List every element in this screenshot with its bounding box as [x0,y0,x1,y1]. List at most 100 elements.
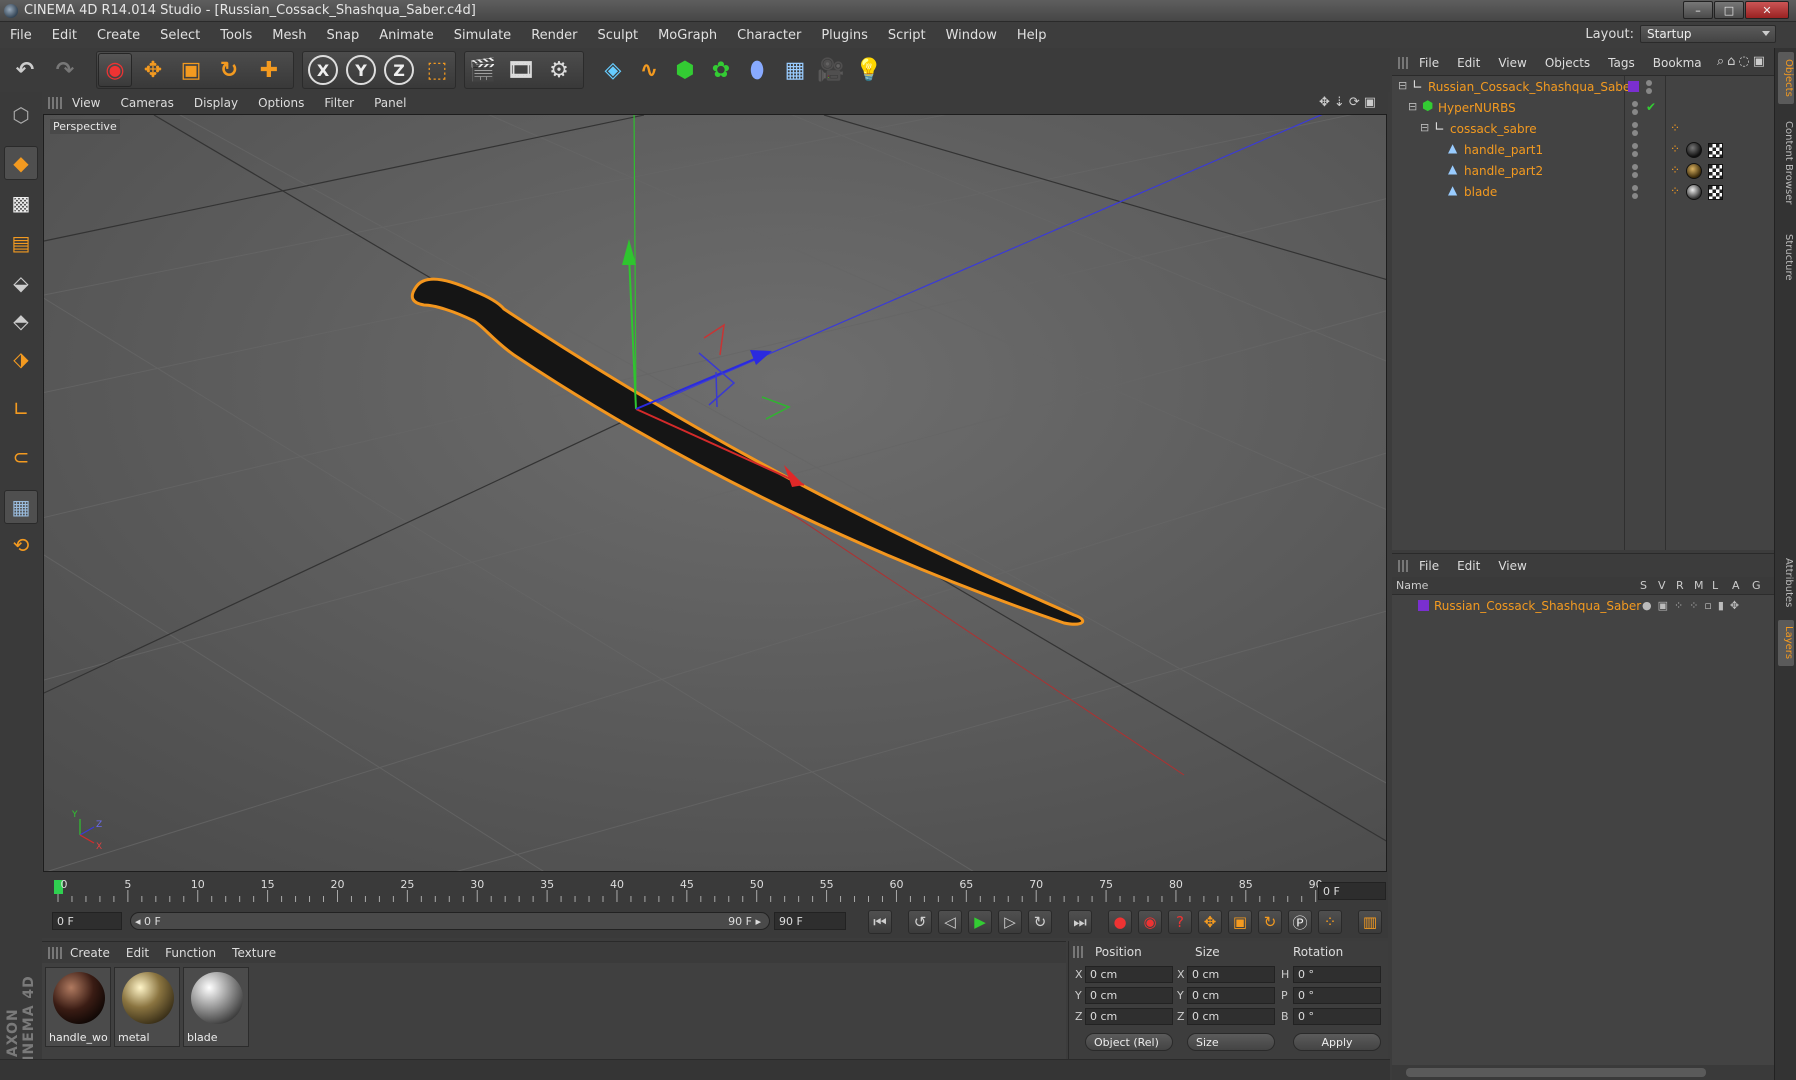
recent-tool-icon[interactable]: ✚ [252,53,286,87]
polygons-mode-icon[interactable]: ⬗ [4,342,38,376]
objects-menu-view[interactable]: View [1489,56,1535,70]
go-to-start-icon[interactable]: ⏮ [868,910,892,934]
menu-tools[interactable]: Tools [210,28,262,43]
menu-script[interactable]: Script [878,28,936,43]
viewport-menu-view[interactable]: View [62,96,110,110]
render-picture-viewer-icon[interactable]: 🎞 [504,53,538,87]
expand-toggle-icon[interactable]: ⊟ [1398,79,1407,92]
material-swatch[interactable]: metal [114,967,180,1047]
magnet-snap-icon[interactable]: ⊂ [4,440,38,474]
visibility-dot-icon[interactable] [1632,122,1638,128]
array-icon[interactable]: ✿ [704,53,738,87]
object-row[interactable]: ▲ blade ⁘ [1392,182,1774,203]
current-frame-field[interactable]: 0 F [1318,882,1386,900]
frame-range-slider[interactable]: ◂ 0 F 90 F ▸ [130,912,770,930]
texture-mode-icon[interactable]: ▩ [4,186,38,220]
layer-color-icon[interactable] [1418,600,1429,611]
enabled-check-icon[interactable]: ✔ [1646,100,1656,114]
layer-horizontal-scrollbar[interactable] [1392,1065,1774,1080]
layer-col-manager[interactable]: M [1694,579,1704,592]
menu-plugins[interactable]: Plugins [811,28,878,43]
points-mode-icon[interactable]: ⬙ [4,266,38,300]
rotation-p-field[interactable]: 0 ° [1293,987,1381,1004]
objects-menu-tags[interactable]: Tags [1599,56,1644,70]
layer-col-animation[interactable]: A [1732,579,1740,592]
material-menu-function[interactable]: Function [157,946,224,960]
phong-tag-icon[interactable]: ⁘ [1670,184,1680,198]
menu-animate[interactable]: Animate [369,28,443,43]
layer-toggle-icons[interactable]: ●▣⁘⁘▫▮✥ [1642,599,1745,612]
menu-help[interactable]: Help [1007,28,1057,43]
layout-dropdown[interactable]: Startup [1640,25,1776,43]
close-button[interactable]: ✕ [1745,1,1789,19]
tab-structure[interactable]: Structure [1778,222,1794,292]
object-row[interactable]: ▲ handle_part2 ⁘ [1392,161,1774,182]
layer-col-render[interactable]: R [1676,579,1684,592]
coordinate-mode-dropdown[interactable]: Object (Rel) [1085,1033,1173,1051]
viewport-menu-options[interactable]: Options [248,96,314,110]
apply-button[interactable]: Apply [1293,1033,1381,1051]
record-keys-icon[interactable]: ● [1108,910,1132,934]
menu-mesh[interactable]: Mesh [262,28,316,43]
uvw-tag-icon[interactable] [1708,185,1723,200]
render-dot-icon[interactable] [1632,172,1638,178]
cube-primitive-icon[interactable]: ◈ [596,53,630,87]
z-axis-lock-icon[interactable]: Z [384,55,414,85]
layer-col-name[interactable]: Name [1396,579,1428,592]
coordinate-system-icon[interactable]: ⬚ [420,53,454,87]
redo-icon[interactable]: ↷ [48,53,82,87]
visibility-dot-icon[interactable] [1632,101,1638,107]
make-editable-icon[interactable]: ⬡ [4,98,38,132]
camera-icon[interactable]: 🎥 [814,53,848,87]
render-dot-icon[interactable] [1632,109,1638,115]
menu-character[interactable]: Character [727,28,811,43]
tab-attributes[interactable]: Attributes [1778,550,1794,616]
menu-select[interactable]: Select [150,28,210,43]
live-selection-icon[interactable]: ◉ [98,53,132,87]
viewport-menu-display[interactable]: Display [184,96,248,110]
object-row[interactable]: ⊟ ⬢ HyperNURBS ✔ [1392,98,1774,119]
layers-menu-file[interactable]: File [1410,559,1448,573]
go-to-end-icon[interactable]: ⏭ [1068,910,1092,934]
render-dot-icon[interactable] [1632,193,1638,199]
layer-col-solo[interactable]: S [1640,579,1647,592]
menu-simulate[interactable]: Simulate [444,28,521,43]
key-rotation-icon[interactable]: ↻ [1258,910,1282,934]
menu-mograph[interactable]: MoGraph [648,28,727,43]
layer-col-generators[interactable]: G [1752,579,1761,592]
material-tag-icon[interactable] [1686,184,1702,200]
light-icon[interactable]: 💡 [852,53,886,87]
expand-toggle-icon[interactable]: ⊟ [1420,121,1429,134]
tab-layers[interactable]: Layers [1778,620,1794,666]
object-row[interactable]: ⊟ ∟ Russian_Cossack_Shashqua_Saber [1392,77,1774,98]
layer-col-view[interactable]: V [1658,579,1666,592]
spline-icon[interactable]: ∿ [632,53,666,87]
y-axis-lock-icon[interactable]: Y [346,55,376,85]
menu-render[interactable]: Render [521,28,587,43]
3d-viewport[interactable]: Y Z X Perspective [43,114,1387,872]
position-y-field[interactable]: 0 cm [1085,987,1173,1004]
material-menu-create[interactable]: Create [62,946,118,960]
material-tag-icon[interactable] [1686,142,1702,158]
maximize-button[interactable]: □ [1714,1,1744,19]
next-key-icon[interactable]: ↻ [1028,910,1052,934]
scale-icon[interactable]: ▣ [174,53,208,87]
rotation-h-field[interactable]: 0 ° [1293,966,1381,983]
tag-icon[interactable]: ⁘ [1670,121,1680,135]
material-menu-texture[interactable]: Texture [224,946,284,960]
layers-menu-edit[interactable]: Edit [1448,559,1489,573]
layer-row[interactable]: Russian_Cossack_Shashqua_Saber ●▣⁘⁘▫▮✥ [1392,596,1774,617]
position-x-field[interactable]: 0 cm [1085,966,1173,983]
viewport-navigation-icons[interactable]: ✥⇣⟳▣ [1319,95,1380,110]
menu-sculpt[interactable]: Sculpt [587,28,648,43]
render-dot-icon[interactable] [1632,151,1638,157]
layers-menu-view[interactable]: View [1489,559,1535,573]
minimize-button[interactable]: – [1683,1,1713,19]
tab-objects[interactable]: Objects [1778,52,1794,104]
render-dot-icon[interactable] [1632,130,1638,136]
objects-menu-edit[interactable]: Edit [1448,56,1489,70]
timeline-window-icon[interactable]: ▥ [1358,910,1382,934]
edges-mode-icon[interactable]: ⬘ [4,304,38,338]
nurbs-icon[interactable]: ⬢ [668,53,702,87]
material-menu-edit[interactable]: Edit [118,946,157,960]
